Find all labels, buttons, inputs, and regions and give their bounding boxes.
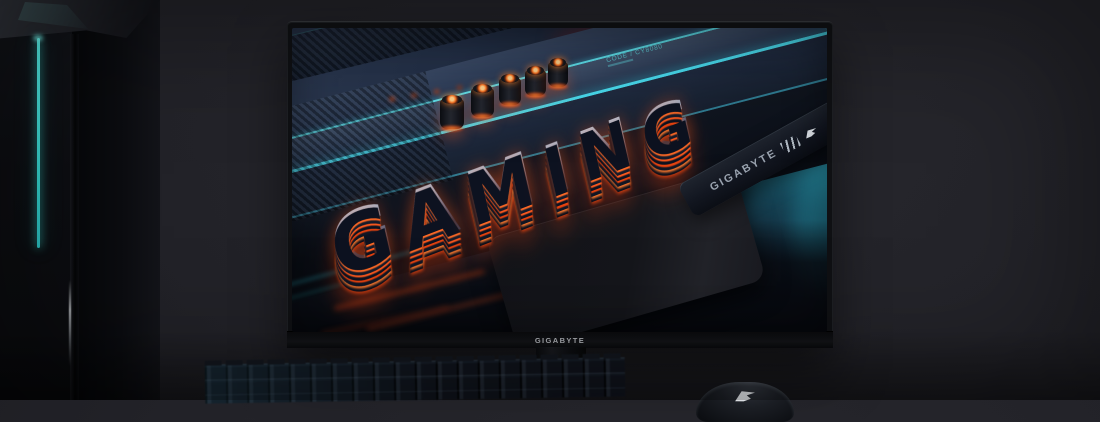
headline-letter: G xyxy=(637,92,697,165)
tower-led-strip xyxy=(37,38,40,248)
monitor-screen: CODE / CY8080 G A M I N G GIGABYTE xyxy=(292,28,827,332)
keyboard xyxy=(205,357,626,403)
headline-letter: A xyxy=(396,173,463,257)
wing-stripes xyxy=(780,135,802,154)
aorus-falcon-icon xyxy=(802,125,820,141)
headline-letter: N xyxy=(574,113,637,189)
tower-led-glow-dot xyxy=(33,35,43,41)
aorus-falcon-icon xyxy=(731,388,758,406)
monitor: CODE / CY8080 G A M I N G GIGABYTE xyxy=(287,21,833,348)
headline-letter: M xyxy=(461,145,540,232)
headline-letter: I xyxy=(539,135,575,202)
